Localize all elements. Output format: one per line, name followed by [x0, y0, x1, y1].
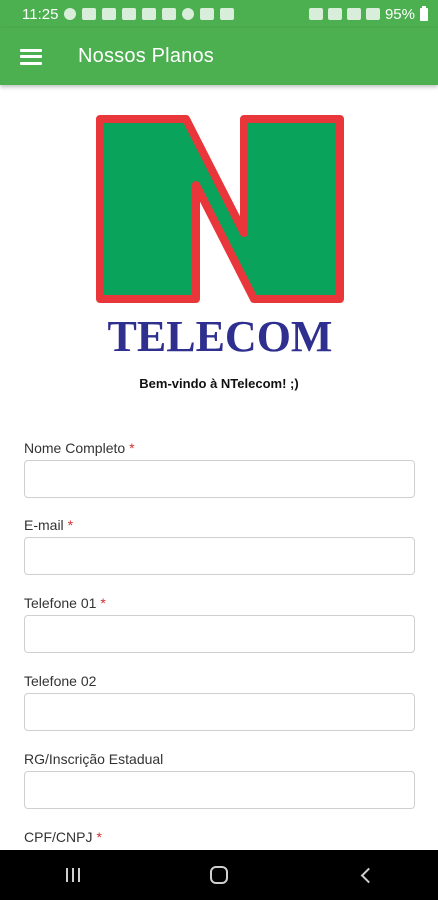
battery-icon — [420, 5, 428, 21]
battery-percent: 95% — [384, 5, 415, 23]
logo-brand-text: TELECOM — [108, 312, 333, 355]
phone-1-label-text: Telefone 01 — [24, 595, 97, 611]
home-icon — [210, 866, 228, 884]
page-title: Nossos Planos — [78, 45, 214, 67]
welcome-text: Bem-vindo à NTelecom! ;) — [139, 376, 299, 391]
full-name-label: Nome Completo * — [24, 440, 135, 456]
back-icon — [360, 867, 376, 883]
system-nav-bar — [0, 850, 438, 900]
full-name-input[interactable] — [24, 460, 415, 498]
download-icon — [200, 8, 215, 20]
phone-2-input[interactable] — [24, 693, 415, 731]
status-time: 11:25 — [22, 5, 59, 23]
rg-input[interactable] — [24, 771, 415, 809]
youtube-icon — [122, 8, 137, 20]
full-name-label-text: Nome Completo — [24, 440, 126, 456]
cpf-cnpj-label: CPF/CNPJ * — [24, 829, 102, 845]
main-content: TELECOM Bem-vindo à NTelecom! ;) Nome Co… — [0, 85, 438, 850]
ntelecom-logo: TELECOM — [96, 115, 344, 355]
recents-icon — [66, 868, 80, 882]
status-right: 95% — [308, 5, 428, 23]
recents-button[interactable] — [43, 855, 103, 895]
phone-1-label: Telefone 01 * — [24, 595, 106, 611]
rg-label: RG/Inscrição Estadual — [24, 751, 167, 767]
app-bar: Nossos Planos — [0, 28, 438, 85]
required-marker: * — [100, 595, 106, 611]
signal-icon — [365, 8, 380, 20]
image-icon — [220, 8, 235, 20]
email-label-text: E-mail — [24, 517, 64, 533]
whatsapp-icon — [64, 8, 77, 20]
youtube-icon — [82, 8, 97, 20]
rg-label-text: RG/Inscrição Estadual — [24, 751, 164, 767]
home-button[interactable] — [189, 855, 249, 895]
youtube-icon — [142, 8, 157, 20]
email-input[interactable] — [24, 537, 415, 575]
phone-2-label: Telefone 02 — [24, 673, 100, 689]
status-left: 11:25 — [22, 5, 235, 23]
required-marker: * — [67, 517, 74, 533]
email-label: E-mail * — [24, 517, 73, 533]
mute-icon — [308, 8, 323, 20]
wifi-icon — [327, 8, 342, 20]
youtube-icon — [102, 8, 117, 20]
cpf-cnpj-label-text: CPF/CNPJ — [24, 829, 93, 845]
status-bar: 11:25 95% — [0, 0, 438, 28]
hamburger-menu-icon[interactable] — [20, 48, 42, 65]
required-marker: * — [96, 829, 102, 845]
signal-icon — [346, 8, 361, 20]
back-button[interactable] — [335, 855, 395, 895]
required-marker: * — [129, 440, 135, 456]
news-icon — [162, 8, 177, 20]
phone-2-label-text: Telefone 02 — [24, 673, 97, 689]
phone-1-input[interactable] — [24, 615, 415, 653]
facebook-icon — [182, 8, 195, 20]
